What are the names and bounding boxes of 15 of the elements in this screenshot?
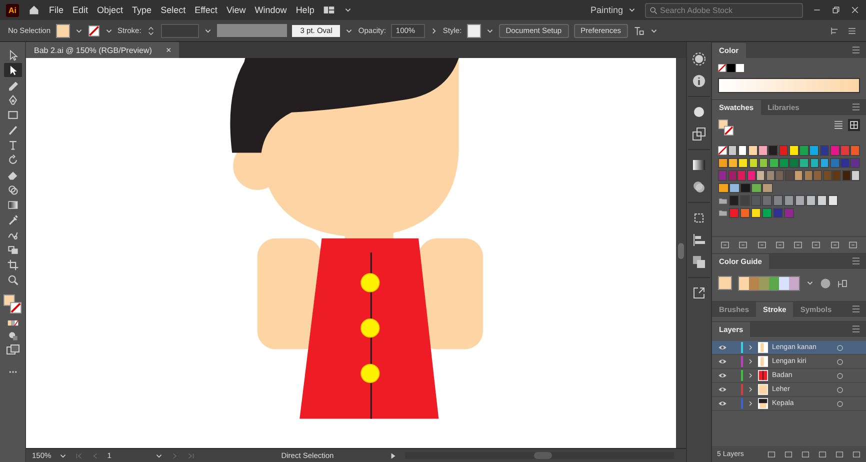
menu-item[interactable]: Select [160,5,186,15]
search-field[interactable]: Search Adobe Stock [645,2,803,18]
app-logo[interactable]: Ai [6,4,19,16]
document-tab[interactable]: Bab 2.ai @ 150% (RGB/Preview) [34,46,152,54]
menu-item[interactable]: Edit [72,5,88,15]
menu-item[interactable]: Effect [194,5,218,15]
menu-item[interactable]: Type [132,5,152,15]
menu-item[interactable]: Window [254,5,287,15]
menu-item[interactable]: Help [296,5,314,15]
menu-item[interactable]: View [226,5,246,15]
menu-item[interactable]: File [49,5,64,15]
workspace-switcher[interactable]: Painting [590,5,623,15]
menu-item[interactable]: Object [97,5,124,15]
search-input[interactable]: Search Adobe Stock [660,6,790,14]
close-tab-button[interactable]: × [166,45,172,55]
